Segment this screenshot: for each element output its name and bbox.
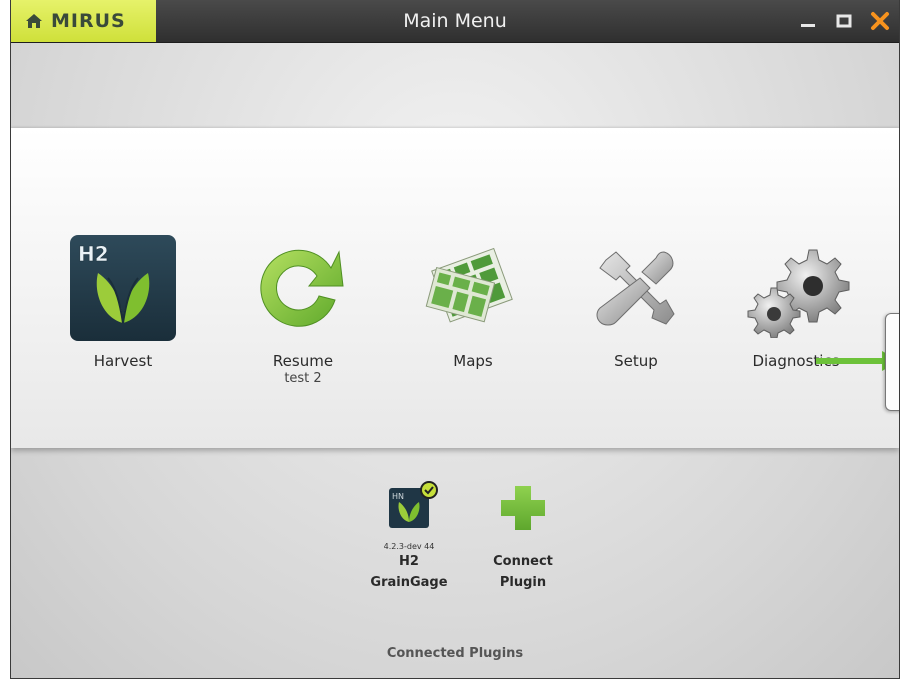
connected-plugins-caption: Connected Plugins <box>386 646 524 661</box>
setup-tile[interactable]: Setup <box>566 228 706 371</box>
setup-tools-icon <box>576 228 696 348</box>
maximize-icon <box>836 14 852 28</box>
app-window: MIRUS Main Menu H2 Harvest Resume test 2… <box>10 0 900 679</box>
harvest-leaf-icon: H2 <box>63 228 183 348</box>
svg-text:HN: HN <box>392 492 404 501</box>
plugin-name-line1: H2 <box>399 554 419 569</box>
resume-session-name: test 2 <box>284 371 322 386</box>
setup-label: Setup <box>614 352 658 370</box>
connect-label-line1: Connect <box>493 554 553 569</box>
maps-label: Maps <box>453 352 493 370</box>
plugin-name-line2: GrainGage <box>370 575 448 590</box>
brand-logo: MIRUS <box>51 10 126 32</box>
resume-arrow-icon <box>243 228 363 348</box>
home-button[interactable]: MIRUS <box>11 0 156 42</box>
maps-tile[interactable]: Maps <box>403 228 543 371</box>
harvest-label: Harvest <box>93 352 153 370</box>
plus-icon <box>493 478 553 538</box>
gears-icon <box>736 228 856 348</box>
maximize-button[interactable] <box>833 10 855 32</box>
connect-plugin-button[interactable]: Connect Plugin <box>468 478 578 593</box>
maps-icon <box>413 228 533 348</box>
minimize-button[interactable] <box>797 10 819 32</box>
window-controls <box>797 0 891 42</box>
graingage-plugin-icon: HN <box>379 478 439 538</box>
resume-tile[interactable]: Resume test 2 <box>233 228 373 387</box>
close-icon <box>871 12 889 30</box>
connect-label-line2: Plugin <box>499 575 547 590</box>
home-icon <box>26 14 42 28</box>
svg-text:H2: H2 <box>78 242 109 266</box>
harvest-tile[interactable]: H2 Harvest <box>53 228 193 371</box>
plugin-h2-graingage[interactable]: HN 4.2.3-dev 44 H2 GrainGage <box>354 478 464 593</box>
scroll-right-handle[interactable] <box>885 313 899 411</box>
close-button[interactable] <box>869 10 891 32</box>
main-menu-band: H2 Harvest Resume test 2 Maps Setup Diag… <box>11 128 899 448</box>
plugin-version: 4.2.3-dev 44 <box>383 542 435 551</box>
minimize-icon <box>801 24 815 27</box>
title-bar: MIRUS Main Menu <box>11 0 899 43</box>
resume-label: Resume <box>272 352 334 370</box>
